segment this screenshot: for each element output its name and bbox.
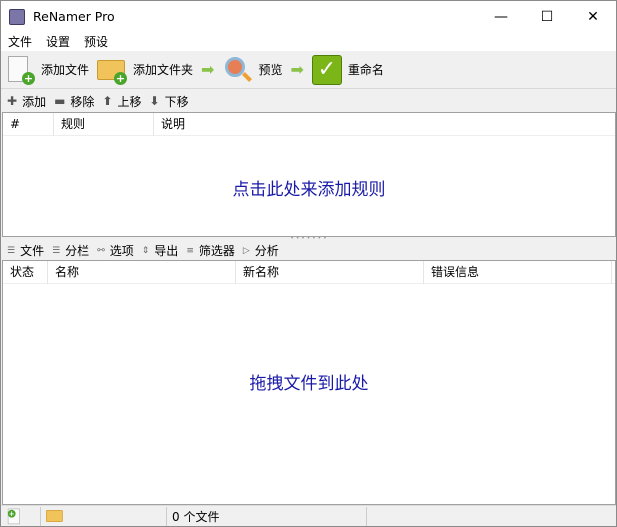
menu-file[interactable]: 文件: [1, 33, 39, 50]
analyze-menu-button[interactable]: ▷ 分析: [243, 242, 279, 259]
analyze-menu-label: 分析: [254, 244, 279, 258]
arrow-up-icon: ⬆: [102, 94, 113, 108]
move-up-button[interactable]: ⬆ 上移: [102, 93, 141, 110]
filter-icon: ≡: [186, 245, 194, 256]
rename-button[interactable]: ✓ 重命名: [308, 52, 388, 88]
add-files-status-button[interactable]: +: [1, 506, 41, 526]
move-down-label: 下移: [164, 94, 189, 109]
column-rule[interactable]: 规则: [54, 113, 154, 136]
preview-button[interactable]: 预览: [218, 52, 286, 88]
add-file-icon: +: [5, 55, 35, 85]
move-up-label: 上移: [117, 94, 142, 109]
menu-settings[interactable]: 设置: [39, 33, 77, 50]
status-bar: + 0 个文件: [1, 505, 616, 526]
add-rule-label: 添加: [22, 94, 47, 109]
column-description[interactable]: 说明: [154, 113, 615, 136]
minimize-button[interactable]: —: [478, 1, 524, 32]
preview-label: 预览: [258, 63, 283, 77]
rules-toolbar: ✚ 添加 ▬ 移除 ⬆ 上移 ⬇ 下移: [1, 90, 616, 112]
files-header: 状态 名称 新名称 错误信息: [3, 261, 615, 284]
files-menu-button[interactable]: ☰ 文件: [7, 242, 44, 259]
move-down-button[interactable]: ⬇ 下移: [150, 93, 189, 110]
remove-rule-label: 移除: [70, 94, 95, 109]
filter-menu-label: 筛选器: [198, 244, 235, 258]
column-name[interactable]: 名称: [48, 261, 236, 284]
files-list[interactable]: 状态 名称 新名称 错误信息 拖拽文件到此处: [2, 260, 616, 505]
add-rules-hint[interactable]: 点击此处来添加规则: [3, 175, 615, 200]
renamer-window: ReNamer Pro — ☐ ✕ 文件 设置 预设 + 添加文件 + 添加文件…: [0, 0, 617, 527]
list-icon: ☰: [7, 245, 16, 256]
checkmark-icon: ✓: [311, 54, 342, 85]
add-folder-button[interactable]: + 添加文件夹: [93, 52, 197, 88]
remove-rule-button[interactable]: ▬ 移除: [54, 93, 94, 110]
arrow-right-icon: ➡: [290, 60, 304, 79]
export-menu-label: 导出: [154, 244, 179, 258]
column-new-name[interactable]: 新名称: [236, 261, 424, 284]
close-button[interactable]: ✕: [570, 1, 616, 32]
magnifier-icon: [222, 55, 253, 85]
rules-header: # 规则 说明: [3, 113, 615, 136]
filter-menu-button[interactable]: ≡ 筛选器: [186, 242, 235, 259]
plus-icon: ✚: [7, 94, 18, 108]
window-title: ReNamer Pro: [33, 9, 115, 24]
menu-presets[interactable]: 预设: [77, 33, 115, 50]
column-error[interactable]: 错误信息: [424, 261, 612, 284]
folder-search-icon: [46, 507, 63, 522]
add-file-icon: +: [6, 508, 20, 525]
options-menu-button[interactable]: ⚯ 选项: [97, 242, 134, 259]
maximize-button[interactable]: ☐: [524, 1, 570, 32]
export-menu-button[interactable]: ⇕ 导出: [142, 242, 179, 259]
arrow-right-icon: ➡: [201, 60, 215, 79]
options-menu-label: 选项: [109, 244, 134, 258]
minus-icon: ▬: [54, 94, 66, 108]
browse-folder-status-button[interactable]: [41, 506, 167, 526]
rules-list[interactable]: # 规则 说明 点击此处来添加规则: [2, 112, 616, 237]
columns-icon: ☰: [52, 245, 61, 256]
add-folder-icon: +: [97, 55, 128, 85]
export-icon: ⇕: [141, 245, 150, 256]
options-icon: ⚯: [97, 245, 105, 256]
add-files-label: 添加文件: [41, 63, 90, 77]
drop-files-hint: 拖拽文件到此处: [249, 374, 369, 394]
menu-bar: 文件 设置 预设: [1, 32, 616, 51]
columns-menu-label: 分栏: [65, 244, 90, 258]
file-count: 0 个文件: [167, 506, 367, 526]
files-toolbar: ☰ 文件 ☰ 分栏 ⚯ 选项 ⇕ 导出 ≡ 筛选器 ▷ 分析: [1, 241, 616, 260]
analyze-icon: ▷: [242, 245, 250, 256]
add-files-button[interactable]: + 添加文件: [1, 52, 93, 88]
arrow-down-icon: ⬇: [149, 94, 160, 108]
main-toolbar: + 添加文件 + 添加文件夹 ➡ 预览 ➡ ✓ 重命名: [1, 51, 616, 89]
add-folder-label: 添加文件夹: [133, 63, 194, 77]
files-menu-label: 文件: [20, 244, 45, 258]
app-icon: [9, 8, 25, 25]
add-rule-button[interactable]: ✚ 添加: [7, 93, 46, 110]
column-number[interactable]: #: [3, 113, 54, 136]
title-bar: ReNamer Pro — ☐ ✕: [1, 1, 616, 32]
column-status[interactable]: 状态: [3, 261, 48, 284]
rename-label: 重命名: [347, 63, 384, 77]
columns-menu-button[interactable]: ☰ 分栏: [52, 242, 89, 259]
